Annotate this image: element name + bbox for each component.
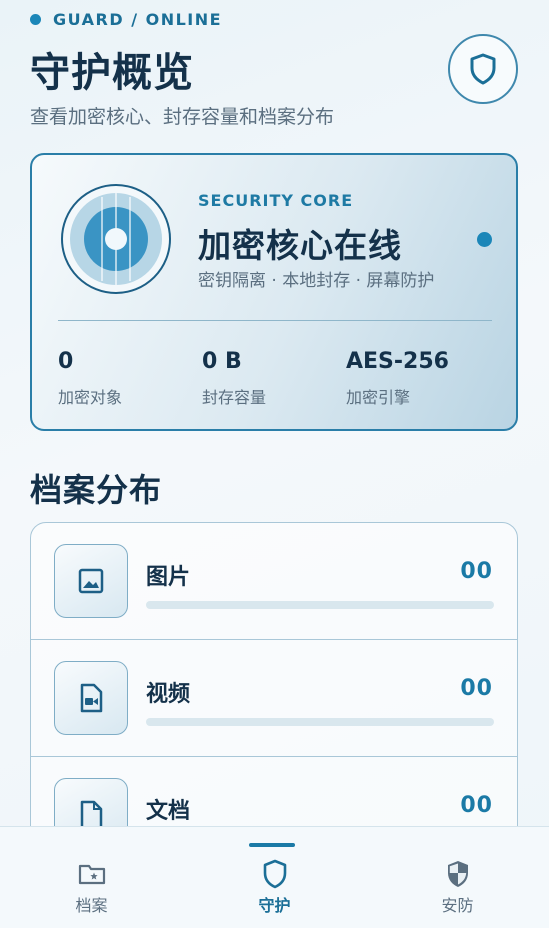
nav-label: 安防 (441, 896, 474, 915)
stat-value: 0 B (202, 349, 242, 374)
video-file-icon (80, 683, 103, 713)
nav-item-security[interactable]: 安防 (366, 827, 549, 928)
security-core-card: SECURITY CORE 加密核心在线 密钥隔离 · 本地封存 · 屏幕防护 … (30, 153, 518, 431)
online-dot (30, 14, 41, 25)
distribution-row-images[interactable]: 图片 00 (31, 523, 517, 640)
distribution-progress (146, 718, 494, 726)
core-divider (58, 320, 492, 321)
shield-icon (263, 859, 286, 889)
stat-label: 加密引擎 (346, 388, 411, 407)
distribution-label: 图片 (146, 565, 191, 590)
stat-sealed-capacity: 0 B 封存容量 (202, 349, 266, 408)
nav-label: 守护 (258, 896, 291, 915)
distribution-row-videos[interactable]: 视频 00 (31, 640, 517, 757)
stat-encrypted-objects: 0 加密对象 (58, 349, 122, 408)
nav-label: 档案 (75, 896, 108, 915)
distribution-count: 00 (460, 793, 493, 818)
stat-label: 加密对象 (58, 388, 123, 407)
image-tile (54, 544, 128, 618)
status-text: GUARD / ONLINE (53, 10, 223, 29)
distribution-label: 文档 (146, 799, 191, 824)
stat-label: 封存容量 (202, 388, 267, 407)
active-indicator (249, 843, 295, 847)
distribution-count: 00 (460, 676, 493, 701)
status-row: GUARD / ONLINE (30, 10, 222, 29)
stat-value: 0 (58, 349, 74, 374)
section-title: 档案分布 (30, 471, 163, 509)
image-icon (78, 568, 104, 594)
folder-star-icon (78, 864, 105, 885)
shield-icon (470, 53, 496, 85)
nav-item-guard[interactable]: 守护 (183, 827, 366, 928)
nav-item-archive[interactable]: 档案 (0, 827, 183, 928)
stat-encryption-engine: AES-256 加密引擎 (346, 349, 449, 408)
shield-button[interactable] (448, 34, 518, 104)
distribution-progress (146, 601, 494, 609)
distribution-count: 00 (460, 559, 493, 584)
core-emblem-icon (61, 184, 171, 294)
page-subtitle: 查看加密核心、封存容量和档案分布 (30, 106, 335, 128)
distribution-label: 视频 (146, 682, 191, 707)
security-shield-icon (447, 861, 468, 887)
core-description: 密钥隔离 · 本地封存 · 屏幕防护 (198, 271, 435, 291)
core-kicker: SECURITY CORE (198, 191, 354, 210)
video-tile (54, 661, 128, 735)
bottom-nav: 档案 守护 安防 (0, 826, 549, 928)
page-title: 守护概览 (30, 50, 194, 96)
core-status-dot (477, 232, 492, 247)
stat-value: AES-256 (346, 349, 449, 374)
core-title: 加密核心在线 (198, 226, 402, 265)
